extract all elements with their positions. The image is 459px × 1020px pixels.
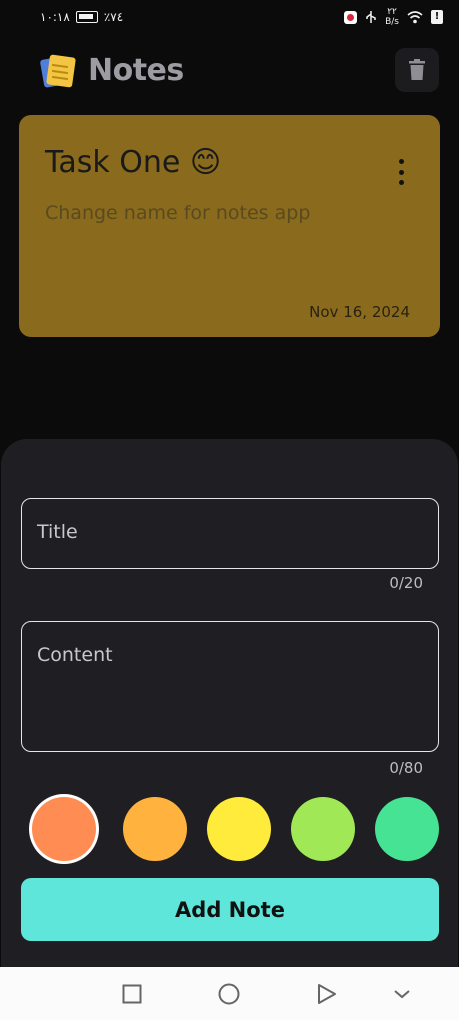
note-title: Task One 😊	[45, 145, 222, 180]
wifi-icon	[407, 10, 423, 23]
content-placeholder: Content	[37, 644, 113, 666]
battery-percent: ٪٧٤	[103, 10, 124, 24]
add-note-label: Add Note	[175, 897, 285, 922]
add-note-button[interactable]: Add Note	[21, 878, 439, 941]
color-swatch-amber[interactable]	[123, 797, 187, 861]
screen-record-icon	[344, 10, 358, 24]
network-speed: ٢٢ B/s	[385, 7, 399, 27]
status-left: ١٠:١٨ ٪٧٤	[40, 10, 123, 24]
status-bar: ١٠:١٨ ٪٧٤ ٢٢ B/s !	[0, 0, 459, 34]
system-nav-bar	[0, 967, 459, 1020]
color-swatch-orange[interactable]	[32, 797, 96, 861]
notes-logo-icon	[39, 52, 76, 88]
delete-all-button[interactable]	[395, 48, 439, 92]
trash-icon	[409, 59, 425, 80]
color-swatch-green[interactable]	[375, 797, 439, 861]
color-picker	[32, 797, 439, 861]
add-note-sheet: Title 0/20 Content 0/80 Add Note	[1, 439, 458, 967]
status-time: ١٠:١٨	[40, 10, 70, 24]
app-header: Notes	[0, 44, 459, 96]
network-speed-value: ٢٢	[387, 7, 397, 17]
content-counter: 0/80	[389, 759, 423, 777]
note-content: Change name for notes app	[45, 202, 311, 224]
color-swatch-yellow[interactable]	[207, 797, 271, 861]
usb-icon	[366, 11, 376, 23]
home-circle-icon[interactable]	[216, 981, 242, 1007]
recents-square-icon[interactable]	[119, 981, 145, 1007]
note-card[interactable]: Task One 😊 Change name for notes app Nov…	[19, 115, 440, 337]
collapse-chevron-icon[interactable]	[389, 981, 415, 1007]
back-triangle-icon[interactable]	[314, 981, 340, 1007]
battery-icon	[75, 11, 98, 23]
title-counter: 0/20	[389, 574, 423, 592]
network-speed-unit: B/s	[385, 17, 399, 27]
note-more-options-icon[interactable]	[396, 159, 406, 185]
title-input[interactable]: Title	[21, 498, 439, 569]
brand: Notes	[39, 52, 184, 88]
title-placeholder: Title	[37, 521, 78, 543]
status-right: ٢٢ B/s !	[344, 7, 443, 27]
app-title: Notes	[88, 52, 184, 88]
color-swatch-lime[interactable]	[291, 797, 355, 861]
alert-icon: !	[431, 10, 443, 24]
content-input[interactable]: Content	[21, 621, 439, 752]
note-date: Nov 16, 2024	[309, 303, 410, 321]
